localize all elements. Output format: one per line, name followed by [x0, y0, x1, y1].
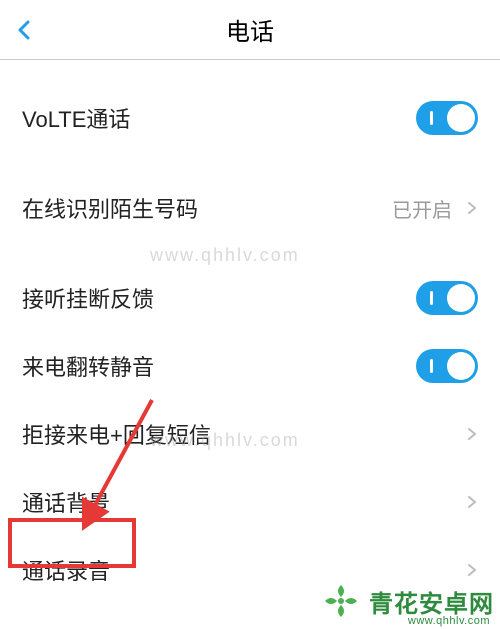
brand-logo-icon [321, 581, 361, 621]
toggle-volte[interactable] [416, 101, 478, 135]
spacer [0, 242, 500, 264]
row-label: 接听挂断反馈 [22, 282, 416, 314]
row-label: 在线识别陌生号码 [22, 192, 392, 224]
toggle-knob [447, 352, 475, 380]
row-label: 拒接来电+回复短信 [22, 418, 466, 450]
spacer [0, 152, 500, 174]
row-flip-silence[interactable]: 来电翻转静音 [0, 332, 500, 400]
toggle-on-indicator [430, 291, 433, 305]
row-reject-sms[interactable]: 拒接来电+回复短信 [0, 400, 500, 468]
row-label: 通话背景 [22, 486, 466, 518]
brand-url: www.qhhlv.com [408, 615, 490, 627]
spacer [0, 60, 500, 84]
chevron-right-icon [466, 202, 478, 214]
page-title: 电话 [226, 12, 274, 47]
header-bar: 电话 [0, 0, 500, 60]
brand-name: 青花安卓网 [369, 584, 494, 619]
toggle-knob [447, 104, 475, 132]
row-label: 来电翻转静音 [22, 350, 416, 382]
toggle-flip[interactable] [416, 349, 478, 383]
toggle-on-indicator [430, 111, 433, 125]
chevron-right-icon [466, 564, 478, 576]
chevron-right-icon [466, 496, 478, 508]
row-stranger-id[interactable]: 在线识别陌生号码 已开启 [0, 174, 500, 242]
row-label: VoLTE通话 [22, 102, 416, 134]
toggle-hangup[interactable] [416, 281, 478, 315]
toggle-knob [447, 284, 475, 312]
back-button[interactable] [12, 18, 36, 42]
row-hangup-feedback[interactable]: 接听挂断反馈 [0, 264, 500, 332]
toggle-on-indicator [430, 359, 433, 373]
row-value: 已开启 [392, 194, 452, 223]
row-call-background[interactable]: 通话背景 [0, 468, 500, 536]
chevron-right-icon [466, 428, 478, 440]
chevron-left-icon [12, 18, 36, 42]
row-volte[interactable]: VoLTE通话 [0, 84, 500, 152]
